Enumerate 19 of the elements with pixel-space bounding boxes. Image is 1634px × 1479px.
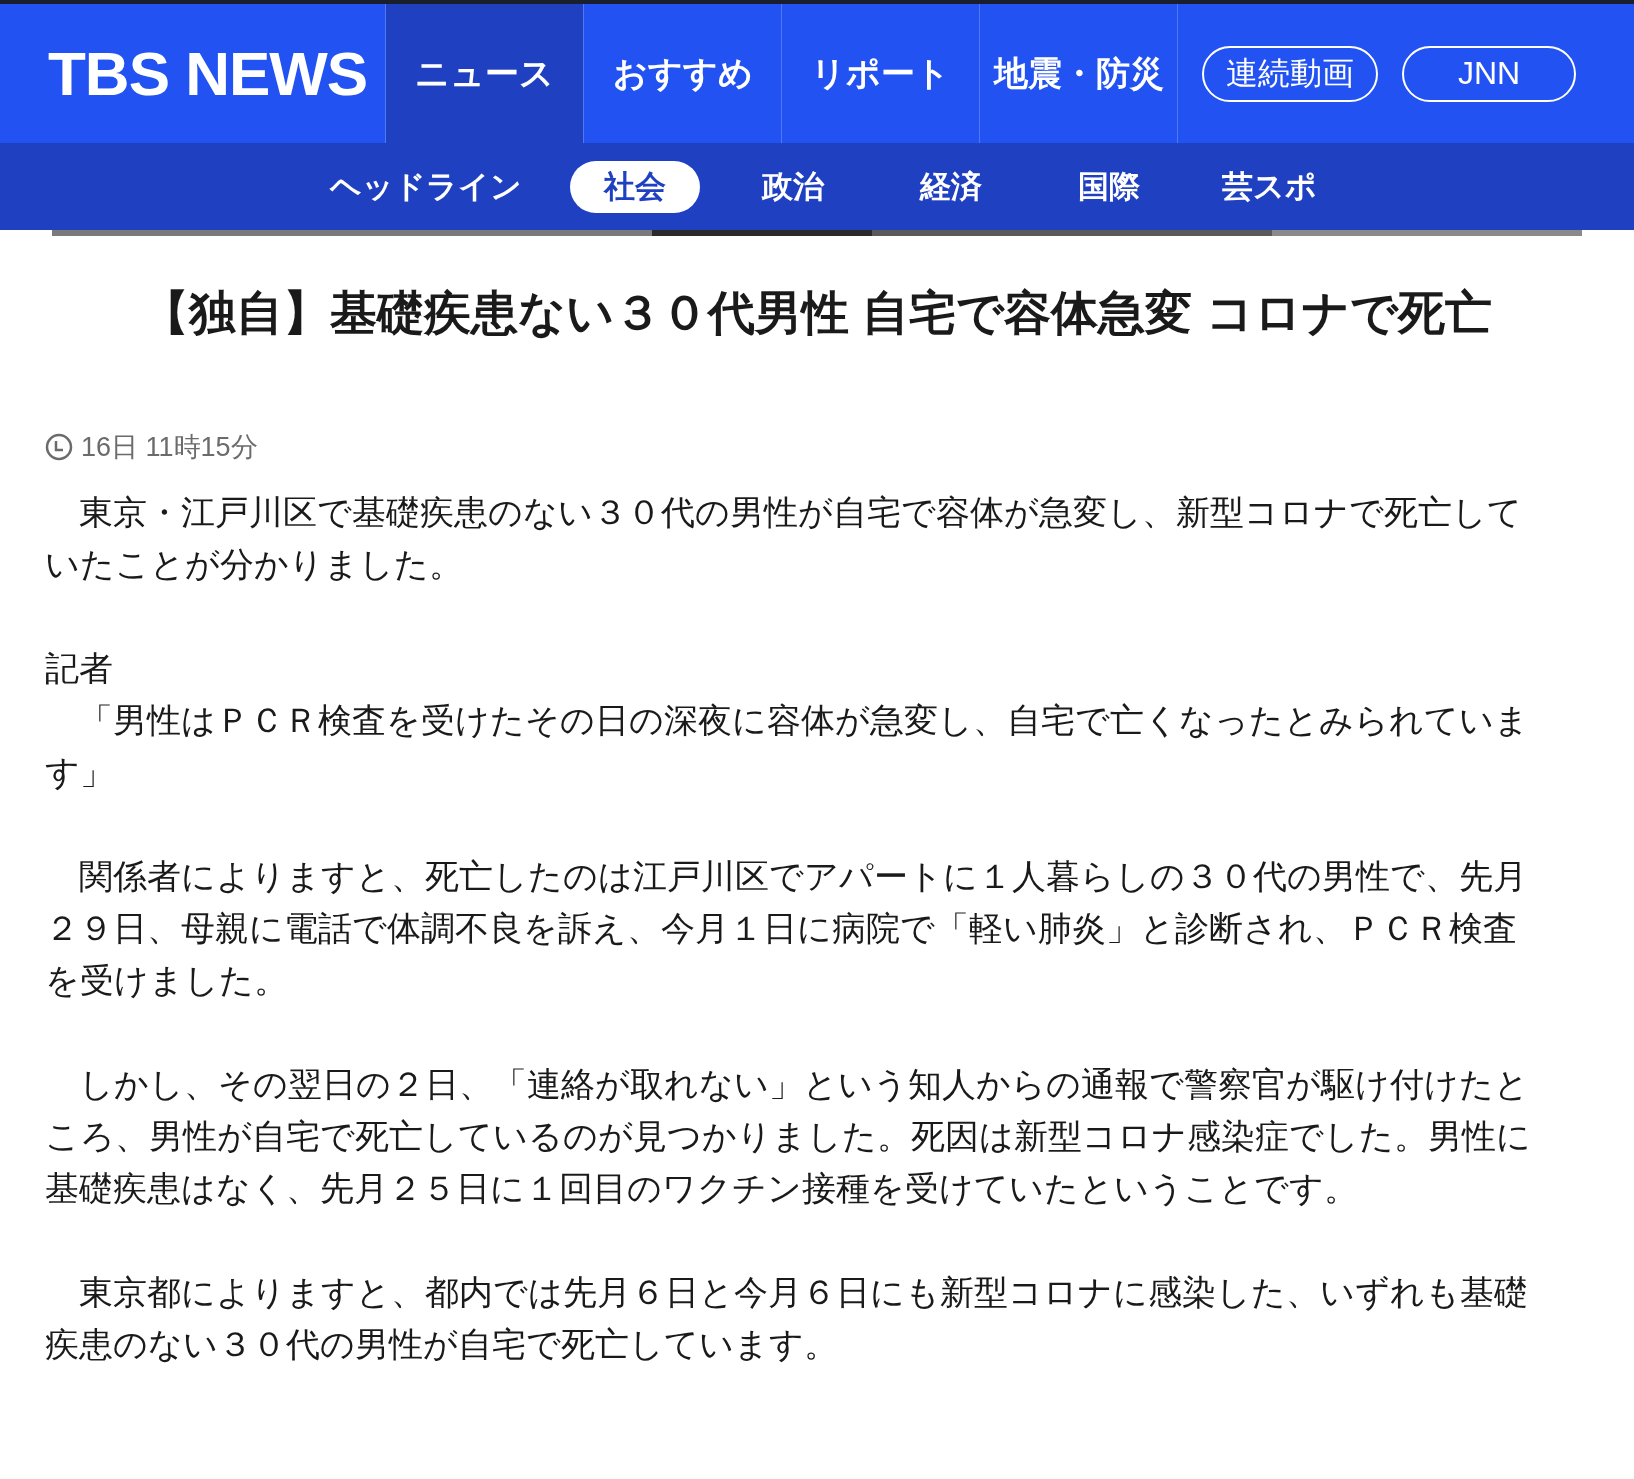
timestamp: 16日 11時15分 (81, 431, 258, 465)
speaker-label: 記者 (45, 649, 114, 690)
article-paragraph: 東京・江戸川区で基礎疾患のない３０代の男性が自宅で容体が急変し、新型コロナで死亡していたことが分かりました。 (45, 493, 1523, 586)
article-paragraph: しかし、その翌日の２日、「連絡が取れない」という知人からの通報で警察官が駆け付けたところ、男性が自宅で死亡しているのが見つかりました。死因は新型コロナ感染症でした。男性に基礎疾患はなく、先月２５日に１回目のワクチン接種を受けていたということです。 (45, 1065, 1532, 1210)
quote-text: 「男性はＰＣＲ検査を受けたその日の深夜に容体が急変し、自宅で亡くなったとみられています」 (45, 701, 1530, 794)
nav-pill-button[interactable]: 連続動画 (1202, 45, 1378, 102)
article-paragraph: 関係者によりますと、死亡したのは江戸川区でアパートに１人暮らしの３０代の男性で、先月２９日、母親に電話で体調不良を訴え、今月１日に病院で「軽い肺炎」と診断され、ＰＣＲ検査を受けました。 (45, 857, 1528, 1002)
logo[interactable]: TBS NEWS (0, 4, 385, 143)
category-tab[interactable]: ヘッドライン (310, 160, 542, 213)
category-tab[interactable]: 社会 (570, 160, 700, 213)
nav-tab[interactable]: ニュース (385, 4, 583, 143)
nav-pill-button[interactable]: JNN (1402, 45, 1576, 102)
clock-icon (45, 433, 73, 462)
article-title: 【独自】基礎疾患ない３０代男性 自宅で容体急変 コロナで死亡 (141, 285, 1493, 341)
article-paragraph: 東京都によりますと、都内では先月６日と今月６日にも新型コロナに感染した、いずれも基礎疾患のない３０代の男性が自宅で死亡しています。 (45, 1273, 1529, 1366)
category-tab[interactable]: 国際 (1044, 160, 1174, 213)
category-tab[interactable]: 芸スポ (1202, 160, 1337, 213)
category-tab[interactable]: 政治 (728, 160, 858, 213)
category-tab[interactable]: 経済 (886, 160, 1016, 213)
